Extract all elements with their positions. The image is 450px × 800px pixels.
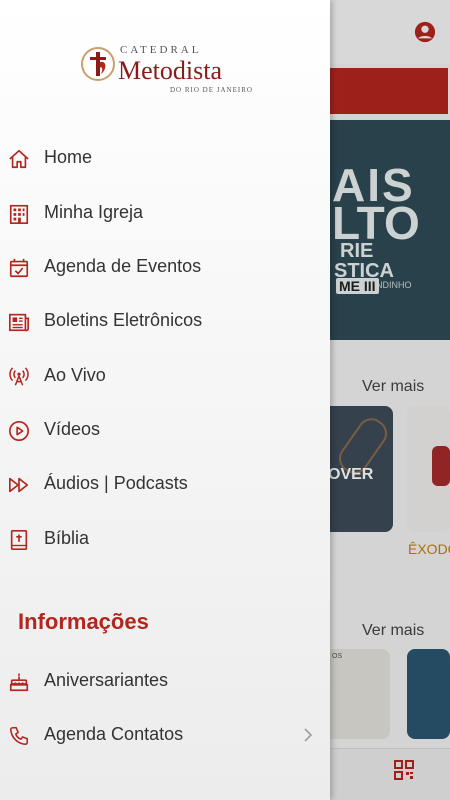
menu-item-label: Home (44, 147, 93, 167)
bible-icon (10, 530, 28, 550)
newspaper-icon (9, 313, 29, 332)
broadcast-icon (9, 367, 29, 386)
menu-item-biblia[interactable]: Bíblia (0, 518, 330, 562)
navigation-drawer: CATEDRAL Metodista DO RIO DE JANEIRO Hom… (0, 0, 330, 800)
fast-forward-icon (9, 477, 29, 493)
menu-item-label: Ao Vivo (44, 365, 106, 385)
menu-item-home[interactable]: Home (0, 137, 330, 181)
building-icon (9, 204, 29, 224)
church-logo: CATEDRAL Metodista DO RIO DE JANEIRO (80, 44, 260, 100)
menu-item-agenda-contatos[interactable]: Agenda Contatos (0, 714, 330, 758)
logo-sub-text: DO RIO DE JANEIRO (170, 86, 253, 94)
menu-item-label: Áudios | Podcasts (44, 473, 188, 493)
menu-item-label: Aniversariantes (44, 670, 169, 690)
cross-flame-icon (81, 47, 115, 81)
menu-item-audios-podcasts[interactable]: Áudios | Podcasts (0, 463, 330, 507)
logo-top-text: CATEDRAL (120, 44, 202, 56)
menu-item-label: Agenda de Eventos (44, 256, 202, 276)
menu-item-label: Boletins Eletrônicos (44, 310, 203, 330)
menu-item-label: Minha Igreja (44, 202, 144, 222)
cake-icon (9, 672, 29, 692)
menu-item-aniversariantes[interactable]: Aniversariantes (0, 660, 330, 704)
calendar-icon (9, 258, 29, 278)
menu-item-videos[interactable]: Vídeos (0, 409, 330, 453)
play-icon (9, 421, 29, 441)
menu-item-agenda-eventos[interactable]: Agenda de Eventos (0, 246, 330, 290)
menu-item-ao-vivo[interactable]: Ao Vivo (0, 355, 330, 399)
menu-item-label: Bíblia (44, 528, 90, 548)
menu-item-label: Vídeos (44, 419, 101, 439)
section-title-informacoes: Informações (18, 609, 149, 634)
menu-item-minha-igreja[interactable]: Minha Igreja (0, 192, 330, 236)
chevron-right-icon (304, 728, 313, 742)
logo-main-text: Metodista (118, 56, 222, 85)
menu-item-label: Agenda Contatos (44, 724, 184, 744)
phone-icon (9, 726, 29, 746)
home-icon (9, 149, 29, 169)
menu-item-boletins[interactable]: Boletins Eletrônicos (0, 300, 330, 344)
